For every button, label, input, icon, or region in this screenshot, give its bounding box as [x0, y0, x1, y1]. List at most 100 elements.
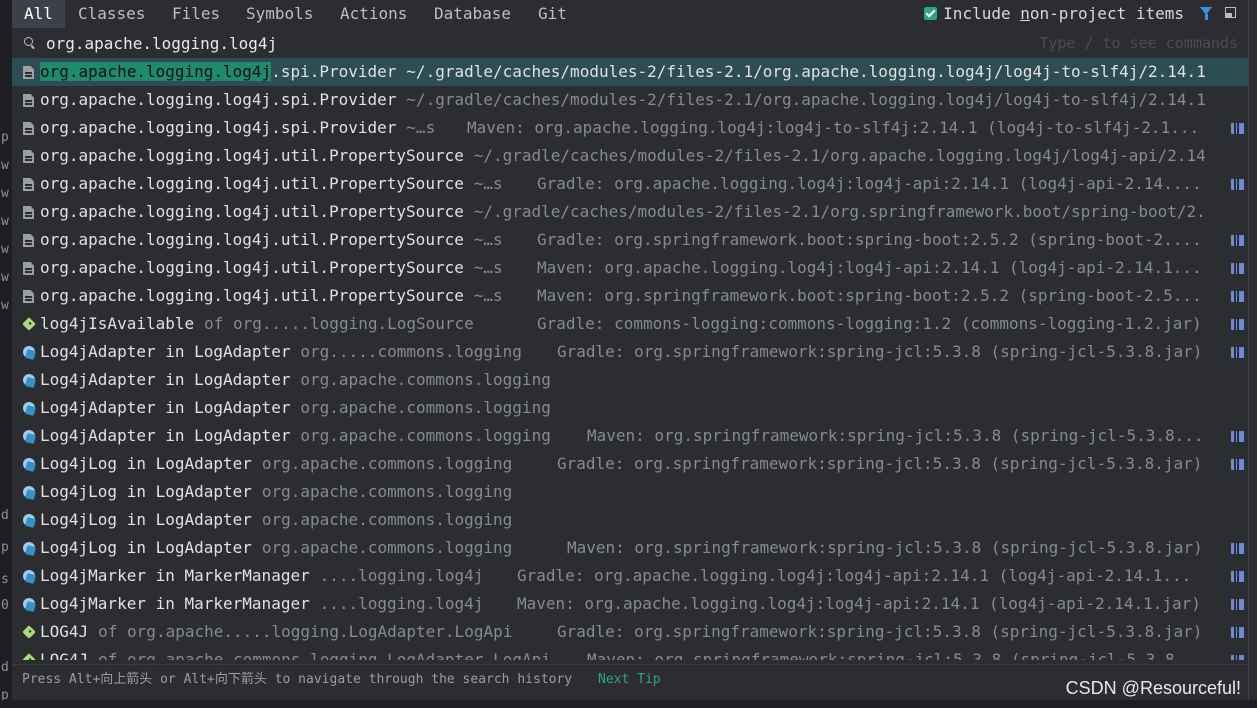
library-icon: [1231, 235, 1244, 246]
gutter-char: w: [1, 270, 9, 285]
result-name-text: org.apache.logging.log4j.util.PropertySo…: [40, 146, 464, 165]
library-icon: [1231, 319, 1244, 330]
open-in-tool-window-icon[interactable]: [1225, 7, 1236, 18]
library-icon: [1231, 627, 1244, 638]
file-icon: [23, 234, 34, 247]
include-label-post: on-project items: [1029, 4, 1184, 23]
result-name-text: Log4jLog in LogAdapter: [40, 510, 252, 529]
checkbox-checked-icon[interactable]: [924, 7, 938, 20]
gutter-char: w: [1, 298, 9, 313]
result-name-text: org.apache.logging.log4j.util.PropertySo…: [40, 230, 464, 249]
result-name-text: Log4jAdapter in LogAdapter: [40, 398, 291, 417]
file-icon: [23, 122, 34, 135]
footer-bar: Press Alt+向上箭头 or Alt+向下箭头 to navigate t…: [12, 664, 1248, 695]
result-row[interactable]: org.apache.logging.log4j.util.PropertySo…: [12, 254, 1248, 282]
next-tip-link[interactable]: Next Tip: [598, 665, 661, 695]
include-non-project-items-checkbox[interactable]: Include non-project items: [924, 0, 1184, 28]
result-name-text: org.apache.logging.log4j.spi.Provider: [40, 90, 397, 109]
result-name-text: Log4jAdapter in LogAdapter: [40, 342, 291, 361]
result-location: org.apache.commons.logging: [261, 510, 513, 529]
search-icon: [24, 37, 33, 46]
tab-database[interactable]: Database: [422, 0, 523, 28]
filter-icon[interactable]: [1200, 7, 1212, 20]
class-icon: [23, 458, 35, 470]
tab-git[interactable]: Git: [526, 0, 579, 28]
result-row[interactable]: org.apache.logging.log4j.util.PropertySo…: [12, 142, 1248, 170]
match-highlight: org.apache.logging.log4j: [40, 62, 272, 81]
result-name-text: Log4jMarker in MarkerManager: [40, 566, 310, 585]
class-icon: [23, 598, 35, 610]
result-row[interactable]: log4jIsAvailable of org.....logging.LogSo…: [12, 310, 1248, 338]
result-name-text: log4jIsAvailable: [40, 314, 195, 333]
result-row[interactable]: Log4jLog in LogAdapter org.apache.commons…: [12, 506, 1248, 534]
library-icon: [1231, 347, 1244, 358]
search-hint: Type / to see commands: [1039, 34, 1238, 52]
result-row[interactable]: org.apache.logging.log4j.util.PropertySo…: [12, 170, 1248, 198]
file-icon: [23, 66, 34, 79]
result-row[interactable]: Log4jAdapter in LogAdapter org.apache.com…: [12, 366, 1248, 394]
result-row[interactable]: org.apache.logging.log4j.spi.Provider ~/.…: [12, 86, 1248, 114]
library-icon: [1231, 263, 1244, 274]
result-location: ~…s: [473, 230, 503, 249]
library-icon: [1231, 571, 1244, 582]
search-everywhere-popup: All Classes Files Symbols Actions Databa…: [12, 0, 1249, 700]
result-name-text: LOG4J: [40, 650, 89, 660]
result-library: Gradle: org.apache.logging.log4j:log4j-a…: [537, 174, 1202, 193]
tab-classes[interactable]: Classes: [66, 0, 157, 28]
result-name: Log4jAdapter in LogAdapter: [40, 394, 290, 422]
result-name: org.apache.logging.log4j.util.PropertySo…: [40, 142, 464, 170]
result-library: Maven: org.apache.logging.log4j:log4j-ap…: [537, 258, 1202, 277]
gutter-char: p: [1, 540, 9, 555]
result-name-text: Log4jLog in LogAdapter: [40, 538, 252, 557]
library-icon: [1231, 179, 1244, 190]
result-row[interactable]: LOG4J of org.apache.....logging.LogAdapte…: [12, 618, 1248, 646]
result-row[interactable]: org.apache.logging.log4j.spi.Provider ~/.…: [12, 58, 1248, 86]
result-name-text: LOG4J: [40, 622, 89, 641]
result-name: Log4jMarker in MarkerManager: [40, 562, 310, 590]
search-bar: Type / to see commands: [12, 28, 1248, 59]
result-location: org.apache.commons.logging: [300, 370, 551, 389]
result-library: Gradle: org.springframework.boot:spring-…: [537, 230, 1202, 249]
footer-hint: Press Alt+向上箭头 or Alt+向下箭头 to navigate t…: [22, 672, 573, 687]
bottom-strip: [0, 700, 1257, 708]
field-icon: [22, 653, 36, 660]
result-name-text: org.apache.logging.log4j.util.PropertySo…: [40, 258, 464, 277]
result-row[interactable]: org.apache.logging.log4j.util.PropertySo…: [12, 282, 1248, 310]
gutter-char: 0: [1, 598, 9, 613]
result-location: org.apache.commons.logging: [261, 538, 513, 557]
library-icon: [1231, 459, 1244, 470]
result-location: ~…s: [473, 174, 503, 193]
results-list: org.apache.logging.log4j.spi.Provider ~/.…: [12, 58, 1248, 660]
result-library: Gradle: commons-logging:commons-logging:…: [537, 314, 1202, 333]
gutter-char: s: [1, 572, 9, 587]
result-name-text: Log4jLog in LogAdapter: [40, 454, 252, 473]
result-location: ~…s: [473, 286, 503, 305]
result-name: Log4jLog in LogAdapter: [40, 534, 252, 562]
result-row[interactable]: Log4jAdapter in LogAdapter org.apache.com…: [12, 422, 1248, 450]
result-location: org.apache.commons.logging: [261, 482, 513, 501]
result-row[interactable]: org.apache.logging.log4j.util.PropertySo…: [12, 198, 1248, 226]
tab-actions[interactable]: Actions: [328, 0, 419, 28]
file-icon: [23, 150, 34, 163]
result-row[interactable]: Log4jAdapter in LogAdapter org.....common…: [12, 338, 1248, 366]
class-icon: [23, 570, 35, 582]
tab-all[interactable]: All: [12, 0, 65, 28]
class-icon: [23, 430, 35, 442]
result-row[interactable]: Log4jLog in LogAdapter org.apache.commons…: [12, 450, 1248, 478]
result-row[interactable]: Log4jAdapter in LogAdapter org.apache.com…: [12, 394, 1248, 422]
result-row[interactable]: Log4jLog in LogAdapter org.apache.commons…: [12, 534, 1248, 562]
result-location: ....logging.log4j: [319, 566, 484, 585]
result-row[interactable]: LOG4J of org.apache.commons.logging.LogAd…: [12, 646, 1248, 660]
result-row[interactable]: Log4jLog in LogAdapter org.apache.commons…: [12, 478, 1248, 506]
result-row[interactable]: org.apache.logging.log4j.util.PropertySo…: [12, 226, 1248, 254]
result-row[interactable]: org.apache.logging.log4j.spi.Provider ~…s…: [12, 114, 1248, 142]
tab-symbols[interactable]: Symbols: [234, 0, 325, 28]
result-name: org.apache.logging.log4j.spi.Provider: [40, 114, 396, 142]
gutter-char: w: [1, 214, 9, 229]
result-row[interactable]: Log4jMarker in MarkerManager ....logging.…: [12, 562, 1248, 590]
result-library: Maven: org.springframework.boot:spring-b…: [537, 286, 1202, 305]
search-input[interactable]: [44, 31, 948, 55]
result-name: Log4jLog in LogAdapter: [40, 478, 252, 506]
result-row[interactable]: Log4jMarker in MarkerManager ....logging.…: [12, 590, 1248, 618]
tab-files[interactable]: Files: [160, 0, 232, 28]
